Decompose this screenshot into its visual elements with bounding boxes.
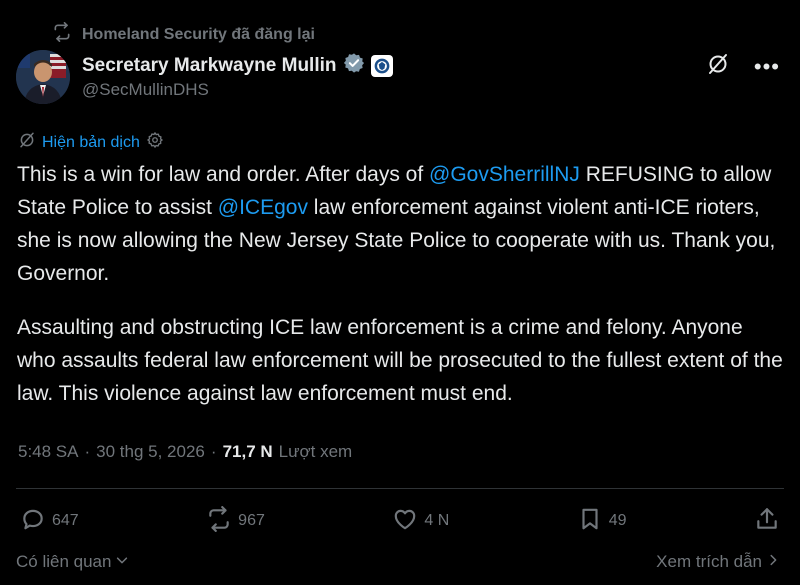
bookmark-count: 49: [608, 512, 627, 529]
mention-icegov-link[interactable]: @ICEgov: [218, 196, 308, 219]
translation-settings-icon[interactable]: [146, 131, 164, 154]
tweet-text-segment: This is a win for law and order. After d…: [17, 163, 430, 186]
meta-separator: ·: [210, 442, 217, 461]
share-icon: [754, 506, 780, 537]
repost-text: Homeland Security đã đăng lại: [82, 25, 315, 43]
repost-icon: [52, 22, 72, 47]
avatar[interactable]: [16, 50, 70, 104]
translate-icon: [18, 131, 36, 154]
bookmark-button[interactable]: 49: [577, 506, 627, 537]
action-bar: 647 967 4 N 49: [20, 503, 780, 539]
repost-icon: [206, 505, 232, 537]
repost-indicator[interactable]: Homeland Security đã đăng lại: [52, 22, 315, 47]
like-count: 4 N: [424, 512, 450, 529]
author-handle[interactable]: @SecMullinDHS: [82, 80, 209, 100]
share-button[interactable]: [754, 506, 780, 537]
post-date[interactable]: 30 thg 5, 2026: [96, 442, 205, 462]
related-label: Có liên quan: [16, 552, 112, 571]
view-quotes-link[interactable]: Xem trích dẫn: [656, 552, 780, 572]
post-time[interactable]: 5:48 SA: [18, 442, 79, 462]
bookmark-icon: [577, 506, 603, 537]
translate-label: Hiện bản dịch: [42, 133, 140, 151]
reply-button[interactable]: 647: [20, 506, 79, 537]
author-name[interactable]: Secretary Markwayne Mullin: [82, 55, 337, 77]
tweet-text: This is a win for law and order. After d…: [17, 158, 787, 410]
like-button[interactable]: 4 N: [392, 506, 449, 537]
divider: [16, 488, 784, 489]
chevron-right-icon: [766, 552, 780, 572]
tweet-paragraph-2: Assaulting and obstructing ICE law enfor…: [17, 316, 783, 405]
view-count: 71,7 N: [222, 442, 273, 461]
repost-count: 967: [238, 512, 265, 529]
verified-badge-icon: [343, 52, 365, 79]
views-label: Lượt xem: [278, 442, 353, 461]
repost-button[interactable]: 967: [206, 505, 265, 537]
quotes-label: Xem trích dẫn: [656, 552, 762, 571]
reply-count: 647: [52, 512, 79, 529]
mention-govsherrillnj-link[interactable]: @GovSherrillNJ: [429, 163, 580, 186]
grok-icon[interactable]: [706, 52, 730, 81]
meta-separator: ·: [84, 442, 91, 461]
related-link[interactable]: Có liên quan: [16, 552, 129, 572]
dhs-seal-icon: [370, 54, 393, 77]
heart-icon: [392, 506, 418, 537]
tweet-paragraph-1: This is a win for law and order. After d…: [17, 158, 787, 290]
show-translation-link[interactable]: Hiện bản dịch: [18, 131, 164, 154]
more-options-icon[interactable]: •••: [754, 55, 780, 77]
chevron-down-icon: [115, 552, 129, 572]
reply-icon: [20, 506, 46, 537]
tweet-meta: 5:48 SA · 30 thg 5, 2026 · 71,7 N Lượt x…: [18, 442, 352, 462]
